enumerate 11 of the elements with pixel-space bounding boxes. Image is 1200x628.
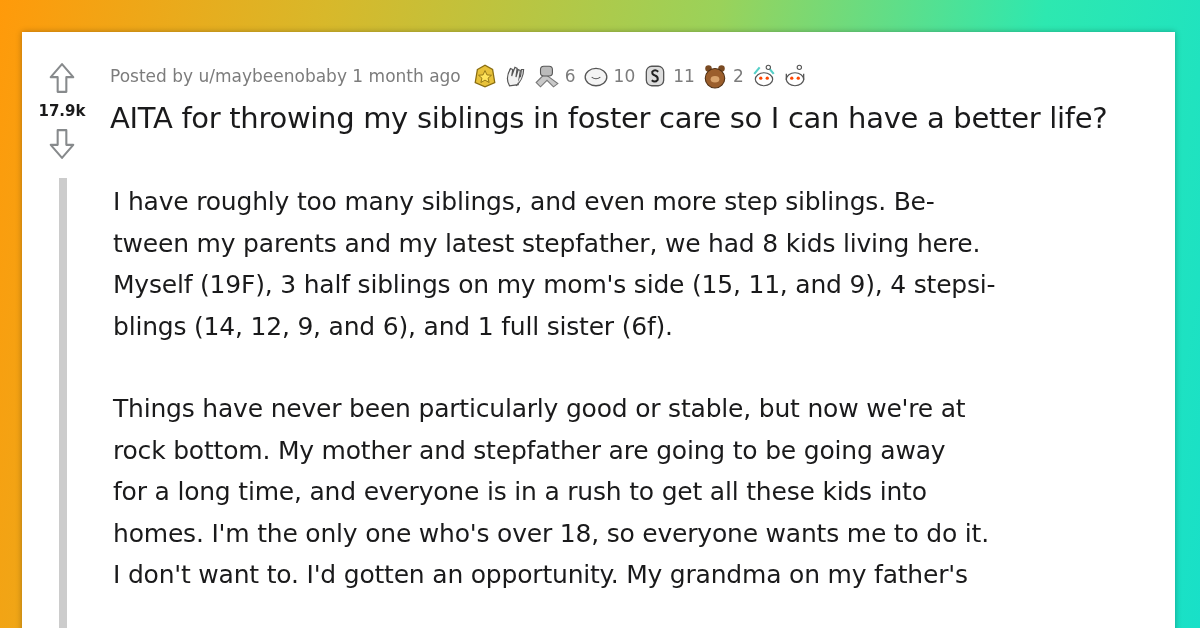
award-count: 11 [673,66,695,86]
award-count: 6 [564,66,576,86]
body-paragraph: I have roughly too many siblings, and even more step siblings. Be- tween my parents and my latest stepfather, we had 8 kids living here. Myself (19F), 3 half siblings on my mom's side (15, 11, and 9), 4 stepsi- blings (14, 12, 9, and 6), and 1 full sister (6f). [113,186,997,343]
upvote-arrow-icon[interactable] [49,62,75,94]
post-title[interactable]: AITA for throwing my siblings in foster care so I can have a better life? [110,98,1175,139]
body-paragraph: Things have never been particularly good or stable, but now we're at rock bottom. My mother and stepfather are going to be going away for a long time, and everyone is in a rush to get all these kids into homes. I'm the only one who's over 18, so everyone wants me to do it. I don't want to. I'd gotten an opportunity. My grandma on my father's [113,393,990,591]
downvote-arrow-icon[interactable] [49,128,75,160]
post-meta: Posted by u/maybeenobaby 1 month ago [110,66,461,86]
vote-score: 17.9k [38,102,86,120]
award-count: 2 [732,66,744,86]
award-count: 10 [613,66,636,86]
